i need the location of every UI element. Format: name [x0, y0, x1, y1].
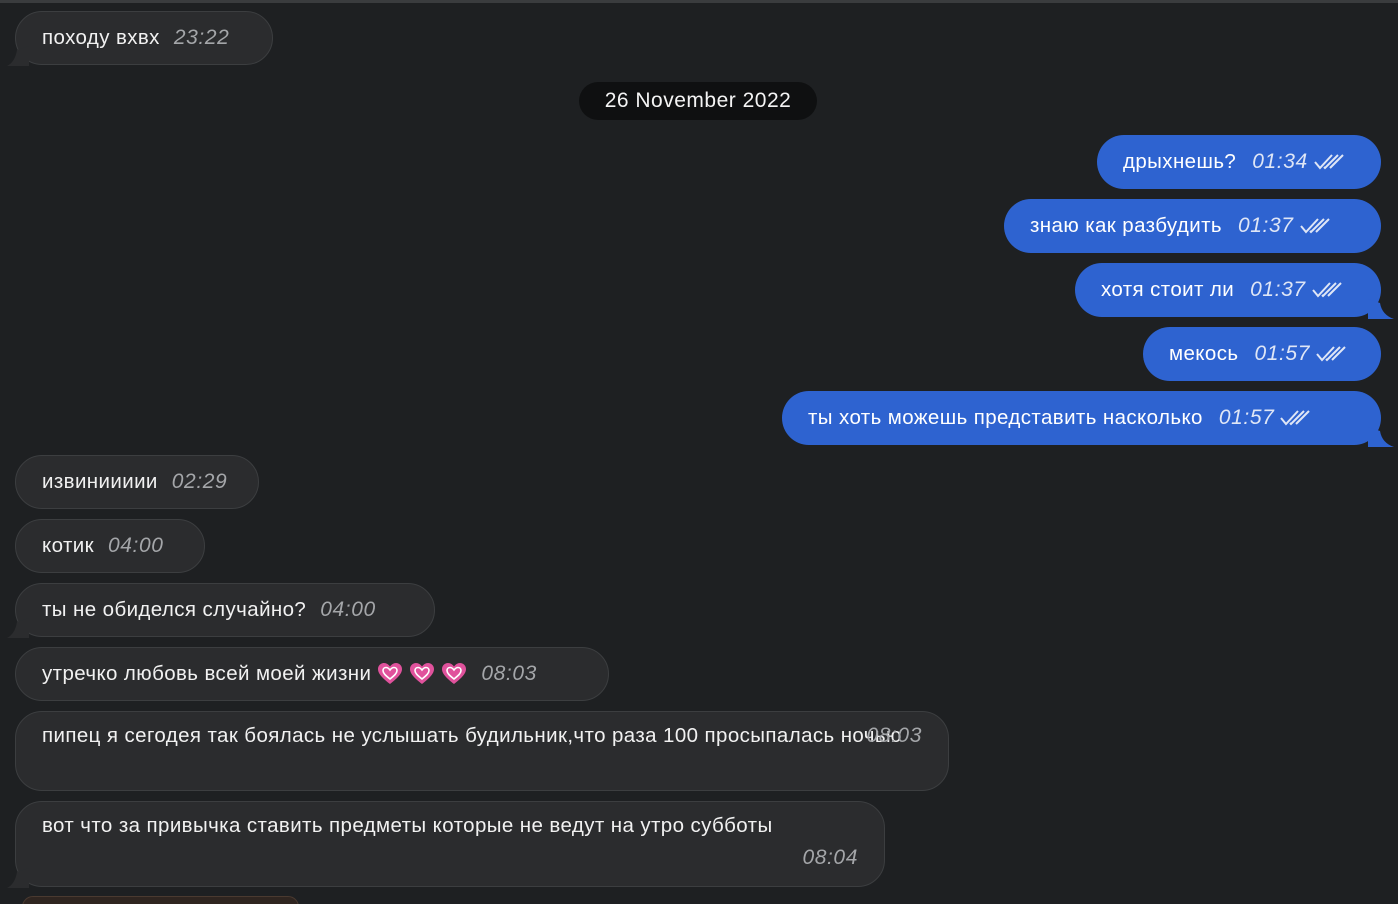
message-time: 04:00 [107, 534, 164, 557]
date-separator-label: 26 November 2022 [604, 89, 792, 112]
message-text: пипец я сегодея так боялась не услышать … [42, 724, 902, 747]
message-text: ты хоть можешь представить насколько [808, 406, 1203, 429]
date-separator: 26 November 2022 [579, 82, 817, 120]
double-check-icon [1280, 410, 1311, 426]
double-check-icon [1316, 346, 1346, 362]
message-time: 01:37 [1237, 214, 1294, 237]
message-incoming[interactable]: вот что за привычка ставить предметы кот… [7, 801, 885, 888]
bubble-tail [1368, 427, 1394, 447]
double-check-icon [1313, 154, 1344, 170]
message-text: знаю как разбудить [1030, 214, 1222, 237]
double-check-icon [1311, 282, 1342, 298]
message-outgoing[interactable]: хотя стоит ли 01:37 [1075, 263, 1394, 319]
growing-heart-emoji-icon [442, 663, 467, 684]
message-time: 01:34 [1252, 150, 1308, 173]
message-outgoing[interactable]: знаю как разбудить 01:37 [1004, 199, 1381, 253]
message-incoming[interactable]: ты не обиделся случайно? 04:00 [7, 583, 435, 638]
bubble-tail [7, 618, 29, 638]
message-text: вот что за привычка ставить предметы кот… [42, 814, 773, 837]
bubble-tail [1368, 299, 1394, 319]
message-text: утречко любовь всей моей жизни [42, 662, 372, 685]
message-incoming[interactable]: котик 04:00 [15, 519, 205, 573]
message-incoming[interactable]: пипец я сегодея так боялась не услышать … [15, 711, 949, 791]
double-check-icon [1299, 218, 1330, 234]
message-outgoing[interactable]: дрыхнешь? 01:34 [1097, 135, 1381, 189]
message-time: 01:37 [1250, 278, 1306, 301]
message-incoming[interactable]: утречко любовь всей моей жизни 08:03 [15, 647, 609, 701]
message-text: котик [42, 534, 94, 557]
message-time: 23:22 [173, 26, 230, 49]
message-text: мекось [1169, 342, 1239, 365]
message-time: 08:03 [481, 662, 537, 685]
message-time: 08:04 [802, 846, 858, 869]
growing-heart-emoji-icon [410, 663, 435, 684]
message-time: 02:29 [171, 470, 228, 493]
message-time: 01:57 [1218, 406, 1275, 429]
message-time: 04:00 [320, 598, 376, 621]
message-text: походу вхвх [42, 26, 160, 49]
message-time: 01:57 [1254, 342, 1310, 365]
message-text: дрыхнешь? [1123, 150, 1237, 173]
bubble-tail [7, 46, 29, 66]
message-incoming[interactable]: походу вхвх 23:22 [7, 11, 273, 66]
message-text: хотя стоит ли [1101, 278, 1235, 301]
message-incoming-partial[interactable] [22, 896, 299, 904]
message-outgoing[interactable]: мекось 01:57 [1143, 327, 1381, 381]
message-text: ты не обиделся случайно? [42, 598, 307, 621]
bubble-tail [7, 868, 29, 888]
growing-heart-emoji-icon [378, 663, 403, 684]
window-top-border [0, 0, 1398, 3]
message-text: извиниииии [42, 470, 158, 493]
message-outgoing[interactable]: ты хоть можешь представить насколько 01:… [782, 391, 1394, 447]
message-incoming[interactable]: извиниииии 02:29 [15, 455, 259, 509]
